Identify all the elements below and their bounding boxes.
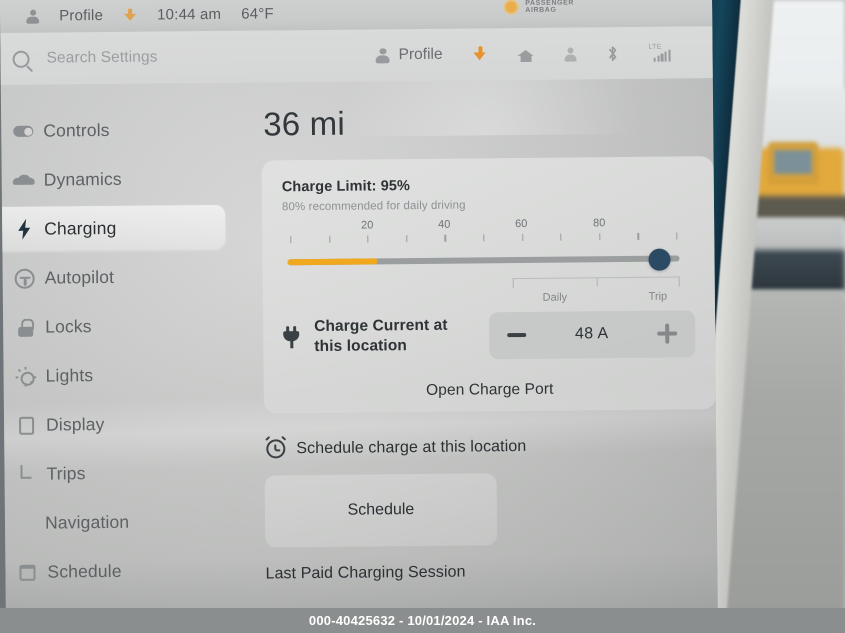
tick-label-80: 80 xyxy=(592,217,606,230)
charging-panel: 36 mi Charge Limit: 95% 80% recommended … xyxy=(239,78,718,631)
sidebar-label-navigation: Navigation xyxy=(44,511,130,533)
construction-loader-window xyxy=(774,150,812,174)
sidebar-item-navigation[interactable]: Navigation xyxy=(5,497,243,548)
sidebar-item-display[interactable]: Display xyxy=(4,399,242,450)
lte-signal-icon[interactable]: LTE xyxy=(648,44,674,62)
sidebar-label-display: Display xyxy=(45,414,105,435)
passenger-icon[interactable] xyxy=(563,46,576,61)
passenger-airbag-indicator: PASSENGER AIRBAG xyxy=(502,0,574,16)
sidebar-item-dynamics[interactable]: Dynamics xyxy=(1,154,239,205)
settings-sidebar: Controls Dynamics Charging Autopilot Loc… xyxy=(0,83,244,633)
sidebar-item-charging[interactable]: Charging xyxy=(0,203,240,254)
sidebar-item-controls[interactable]: Controls xyxy=(1,105,239,156)
sidebar-item-schedule[interactable]: Schedule xyxy=(5,546,243,597)
increase-current-button[interactable] xyxy=(657,324,677,344)
reflection-time: 10:44 am xyxy=(156,5,222,24)
zone-label-trip: Trip xyxy=(648,290,668,303)
lightning-bolt-icon xyxy=(6,216,42,242)
charge-current-row: Charge Current at this location 48 A xyxy=(283,306,696,364)
display-icon xyxy=(8,412,44,438)
charge-current-label-line2: this location xyxy=(314,337,408,355)
home-icon[interactable] xyxy=(517,46,533,61)
search-input-placeholder[interactable]: Search Settings xyxy=(46,48,157,67)
toggle-icon xyxy=(5,118,41,144)
construction-loader-shadow xyxy=(745,196,845,220)
reflection-profile-label: Profile xyxy=(59,7,104,25)
charge-limit-card: Charge Limit: 95% 80% recommended for da… xyxy=(261,156,716,414)
search-settings-field[interactable]: Search Settings xyxy=(0,48,158,68)
slider-current-charge-fill xyxy=(287,258,378,266)
charge-current-stepper: 48 A xyxy=(489,309,696,359)
sidebar-item-locks[interactable]: Locks xyxy=(3,301,241,352)
profile-label: Profile xyxy=(398,45,443,64)
person-icon-reflection xyxy=(26,9,39,23)
last-paid-session-heading: Last Paid Charging Session xyxy=(265,563,466,583)
profile-button[interactable]: Profile xyxy=(376,46,443,65)
sidebar-item-lights[interactable]: Lights xyxy=(3,350,241,401)
range-value: 36 mi xyxy=(263,104,346,143)
sidebar-label-lights: Lights xyxy=(45,365,94,386)
charge-zone-bar xyxy=(512,276,680,289)
watermark-text: 000-40425632 - 10/01/2024 - IAA Inc. xyxy=(308,613,537,628)
airbag-text: PASSENGER AIRBAG xyxy=(525,0,574,14)
sidebar-label-controls: Controls xyxy=(43,119,110,141)
signal-bars xyxy=(653,49,671,62)
download-icon[interactable] xyxy=(472,46,487,62)
schedule-charge-label: Schedule charge at this location xyxy=(296,437,527,457)
decrease-current-button[interactable] xyxy=(507,333,527,337)
person-icon xyxy=(376,48,390,63)
sidebar-label-charging: Charging xyxy=(44,217,117,239)
sidebar-label-schedule: Schedule xyxy=(47,560,122,582)
charge-limit-slider-block: 20 40 60 80 Daily Trip xyxy=(282,212,695,304)
lock-icon xyxy=(7,314,43,340)
open-charge-port-button[interactable]: Open Charge Port xyxy=(264,367,716,413)
tick-label-60: 60 xyxy=(514,217,528,231)
airbag-status-light xyxy=(502,0,521,16)
tick-label-40: 40 xyxy=(437,218,451,231)
airbag-line-2: AIRBAG xyxy=(525,6,557,14)
calendar-icon xyxy=(9,559,45,585)
charge-current-label: Charge Current at this location xyxy=(314,316,448,357)
steering-wheel-icon xyxy=(7,265,43,291)
charge-limit-title: Charge Limit: 95% xyxy=(281,178,411,196)
charge-limit-slider[interactable] xyxy=(287,248,680,271)
slider-thumb[interactable] xyxy=(648,248,672,271)
slider-ticks: 20 40 60 80 xyxy=(290,217,678,249)
charge-limit-subtitle: 80% recommended for daily driving xyxy=(281,199,466,214)
bluetooth-icon[interactable] xyxy=(606,45,618,62)
sidebar-item-trips[interactable]: Trips xyxy=(4,448,242,499)
sidebar-label-trips: Trips xyxy=(46,463,86,484)
top-bar: Search Settings Profile LTE xyxy=(0,26,713,85)
charge-current-label-line1: Charge Current at xyxy=(314,316,448,336)
sun-icon xyxy=(7,363,43,389)
tick-label-20: 20 xyxy=(360,219,374,232)
sidebar-label-autopilot: Autopilot xyxy=(44,266,115,288)
schedule-charge-row[interactable]: Schedule charge at this location xyxy=(265,435,527,459)
schedule-button[interactable]: Schedule xyxy=(264,473,498,548)
trips-icon xyxy=(8,461,44,487)
status-toolbar: Profile LTE xyxy=(376,43,713,64)
plug-icon xyxy=(283,325,302,349)
watermark-bar: 000-40425632 - 10/01/2024 - IAA Inc. xyxy=(0,608,845,633)
zone-label-daily: Daily xyxy=(542,291,568,304)
alarm-clock-icon xyxy=(265,435,287,459)
sidebar-label-locks: Locks xyxy=(45,316,92,337)
sidebar-label-dynamics: Dynamics xyxy=(43,168,122,190)
reflection-temperature: 64°F xyxy=(241,5,274,23)
screenshot-stage: Profile 10:44 am 64°F PASSENGER AIRBAG S… xyxy=(0,0,845,633)
car-icon xyxy=(6,167,42,193)
sidebar-item-autopilot[interactable]: Autopilot xyxy=(2,252,240,303)
tesla-touchscreen: Profile 10:44 am 64°F PASSENGER AIRBAG S… xyxy=(0,0,719,633)
charge-current-value: 48 A xyxy=(574,325,609,343)
search-icon xyxy=(12,50,30,68)
download-icon-reflection xyxy=(123,8,137,22)
